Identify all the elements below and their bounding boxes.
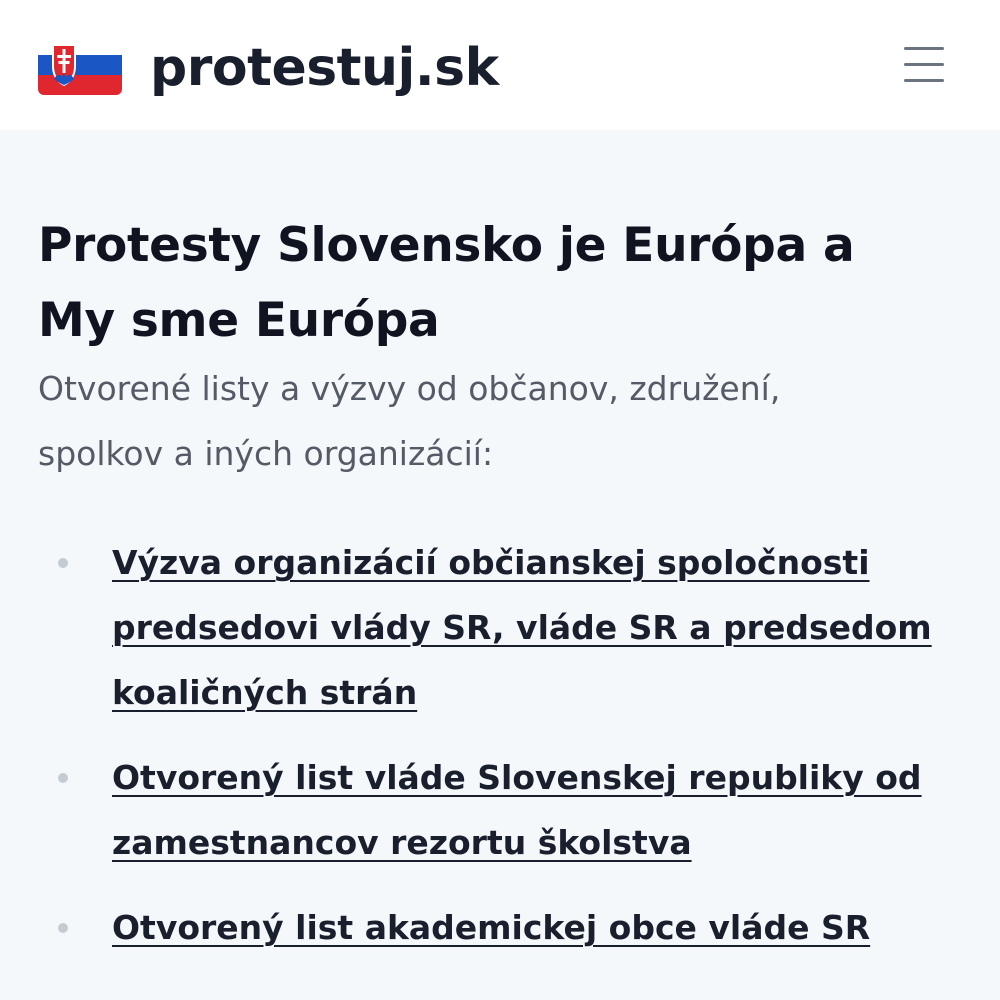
bullet-icon xyxy=(58,923,68,933)
letter-link-education-staff[interactable]: Otvorený list vláde Slovenskej republiky… xyxy=(112,758,922,862)
bullet-icon xyxy=(58,558,68,568)
bullet-icon xyxy=(58,773,68,783)
site-name[interactable]: protestuj.sk xyxy=(150,30,499,106)
page-title: Protesty Slovensko je Európa a My sme Eu… xyxy=(38,218,855,348)
hamburger-menu-icon[interactable] xyxy=(896,40,950,88)
list-item: Otvorený list vláde Slovenskej republiky… xyxy=(0,745,1000,875)
site-header: protestuj.sk xyxy=(0,0,1000,130)
list-item: Otvorený list akademickej obce vláde SR xyxy=(0,895,1000,960)
list-item: Výzva organizácií občianskej spoločnosti… xyxy=(0,530,1000,725)
page-subtitle: Otvorené listy a výzvy od občanov, združ… xyxy=(38,369,781,473)
letter-link-academic-community[interactable]: Otvorený list akademickej obce vláde SR xyxy=(112,908,870,947)
open-letters-list: Výzva organizácií občianskej spoločnosti… xyxy=(0,530,1000,980)
letter-link-civil-society[interactable]: Výzva organizácií občianskej spoločnosti… xyxy=(112,543,932,712)
main-content: Protesty Slovensko je Európa a My sme Eu… xyxy=(0,130,1000,1000)
slovakia-flag-icon[interactable] xyxy=(38,35,122,95)
